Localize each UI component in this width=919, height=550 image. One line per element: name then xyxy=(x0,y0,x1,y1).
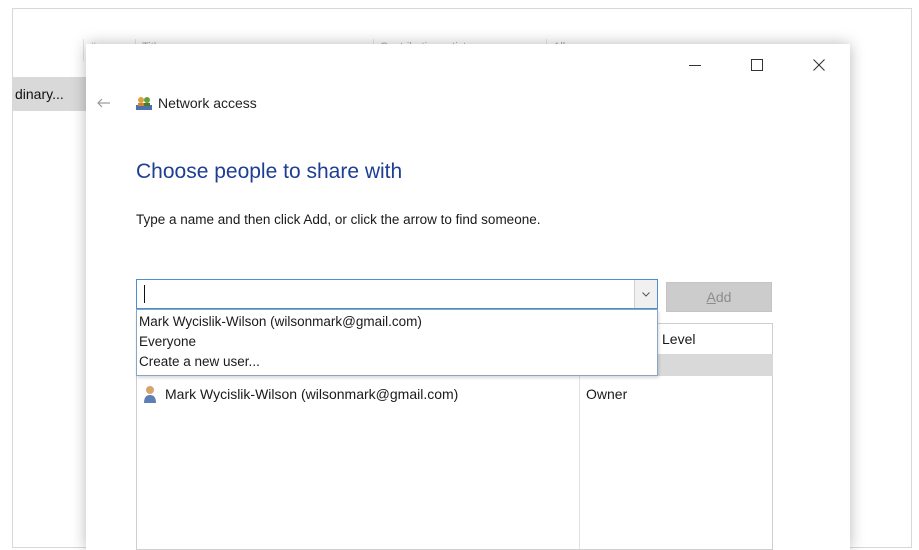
dropdown-option[interactable]: Everyone xyxy=(139,334,196,349)
back-arrow-icon xyxy=(97,98,110,108)
permission-value: Owner xyxy=(586,386,628,402)
maximize-icon xyxy=(751,59,763,71)
add-button-label: dd xyxy=(715,289,732,305)
background-selected-row[interactable]: dinary... xyxy=(13,77,87,111)
table-row[interactable]: Mark Wycislik-Wilson (wilsonmark@gmail.c… xyxy=(143,384,763,406)
dropdown-option[interactable]: Create a new user... xyxy=(139,354,260,369)
minimize-icon xyxy=(689,64,701,66)
minimize-button[interactable] xyxy=(676,50,714,80)
text-cursor xyxy=(144,285,145,303)
name-combobox[interactable] xyxy=(136,279,658,309)
user-icon xyxy=(144,386,156,403)
add-button-accelerator: A xyxy=(706,289,716,305)
chevron-down-icon xyxy=(642,291,650,297)
user-name: Mark Wycislik-Wilson (wilsonmark@gmail.c… xyxy=(165,386,459,402)
back-button[interactable] xyxy=(92,92,116,114)
add-button[interactable]: Add xyxy=(666,282,772,312)
close-icon xyxy=(813,59,825,71)
close-button[interactable] xyxy=(800,50,838,80)
nav-title: Network access xyxy=(158,95,257,111)
page-heading: Choose people to share with xyxy=(136,160,403,183)
dropdown-arrow-button[interactable] xyxy=(634,280,657,308)
permission-level-header[interactable]: Level xyxy=(662,331,695,347)
instruction-text: Type a name and then click Add, or click… xyxy=(136,212,541,227)
network-people-icon xyxy=(136,97,152,110)
name-dropdown-list: Mark Wycislik-Wilson (wilsonmark@gmail.c… xyxy=(136,309,658,376)
dropdown-option[interactable]: Mark Wycislik-Wilson (wilsonmark@gmail.c… xyxy=(139,314,422,329)
network-access-dialog: Network access Choose people to share wi… xyxy=(86,44,850,550)
maximize-button[interactable] xyxy=(738,50,776,80)
